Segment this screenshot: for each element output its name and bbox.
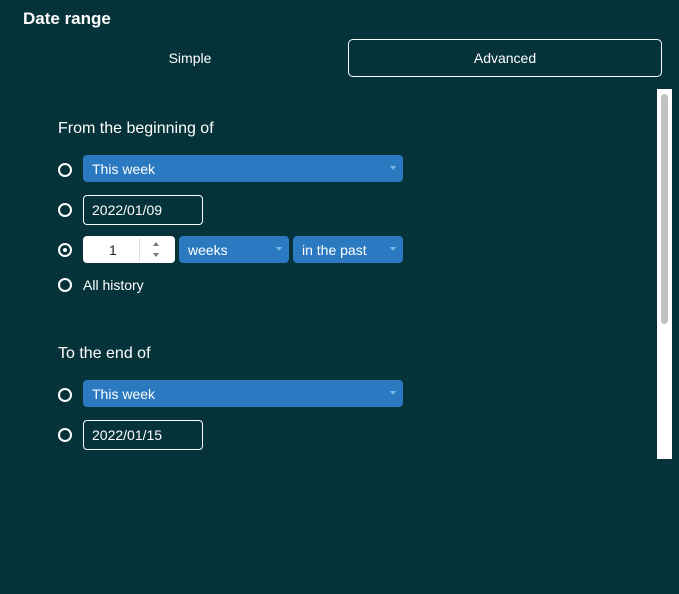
from-date-input[interactable]: 2022/01/09 <box>83 195 203 225</box>
from-unit-select-label: weeks <box>188 241 228 258</box>
tab-advanced[interactable]: Advanced <box>348 39 662 77</box>
chevron-down-icon <box>390 247 396 251</box>
from-radio-relative[interactable] <box>58 243 72 257</box>
stepper-up-icon[interactable] <box>153 242 159 246</box>
chevron-down-icon <box>390 166 396 170</box>
from-heading: From the beginning of <box>58 120 214 137</box>
from-period-select-label: This week <box>92 160 156 177</box>
to-period-select[interactable]: This week <box>83 380 403 407</box>
to-period-select-label: This week <box>92 385 156 402</box>
to-date-input[interactable]: 2022/01/15 <box>83 420 203 450</box>
from-period-select[interactable]: This week <box>83 155 403 182</box>
panel-title: Date range <box>23 9 111 28</box>
chevron-down-icon <box>390 391 396 395</box>
from-radio-date[interactable] <box>58 203 72 217</box>
from-direction-select[interactable]: in the past <box>293 236 403 263</box>
from-count-value: 1 <box>109 242 117 258</box>
from-count-stepper[interactable]: 1 <box>83 236 175 263</box>
stepper-buttons[interactable] <box>139 238 172 261</box>
scrollbar[interactable] <box>657 89 672 459</box>
from-radio-all-history[interactable] <box>58 278 72 292</box>
all-history-label: All history <box>83 277 144 293</box>
to-radio-period[interactable] <box>58 388 72 402</box>
scrollbar-thumb[interactable] <box>661 94 668 324</box>
from-unit-select[interactable]: weeks <box>179 236 289 263</box>
tab-simple[interactable]: Simple <box>33 39 347 77</box>
from-direction-select-label: in the past <box>302 241 367 258</box>
from-radio-period[interactable] <box>58 163 72 177</box>
chevron-down-icon <box>276 247 282 251</box>
stepper-down-icon[interactable] <box>153 253 159 257</box>
to-heading: To the end of <box>58 345 151 362</box>
to-radio-date[interactable] <box>58 428 72 442</box>
